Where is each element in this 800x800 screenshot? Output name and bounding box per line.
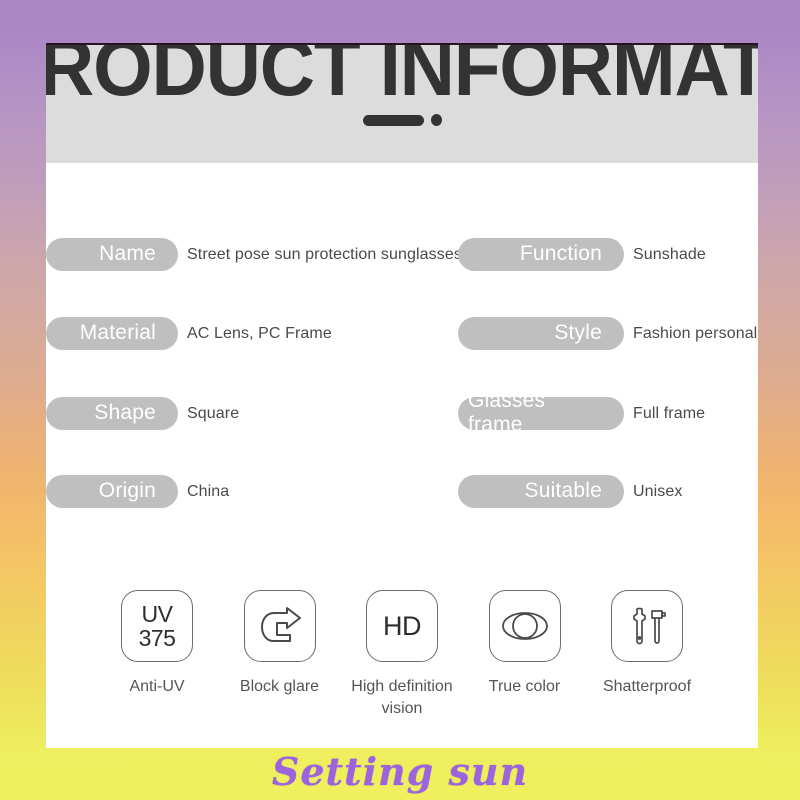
feature-label-shatterproof: Shatterproof (602, 678, 692, 695)
spec-row-origin: Origin China (46, 475, 229, 508)
feature-icon-row: UV 375 Anti-UV Block glare HD High defin… (46, 590, 758, 720)
spec-label-material: Material (46, 317, 178, 350)
feature-label-true-color: True color (488, 678, 561, 695)
divider-bar-icon (362, 114, 424, 126)
overlapping-lens-icon (488, 590, 561, 662)
feature-block-glare: Block glare (225, 590, 335, 720)
title-divider (46, 110, 758, 130)
spec-value-name: Street pose sun protection sunglasses (187, 245, 462, 263)
spec-label-name-text: Name (99, 241, 156, 265)
uv-375-icon: UV 375 (121, 590, 193, 662)
spec-row-name: Name Street pose sun protection sunglass… (46, 238, 462, 271)
page-title: PRODUCT INFORMATION (46, 45, 758, 113)
spec-value-shape: Square (187, 404, 240, 422)
spec-label-style-text: Style (554, 320, 602, 344)
overlapping-lens-glyph (501, 612, 548, 640)
watermark-setting-sun: Setting sun (271, 749, 529, 794)
spec-label-shape-text: Shape (94, 400, 156, 424)
spec-value-material: AC Lens, PC Frame (187, 324, 332, 342)
spec-row-suitable: Suitable Unisex (458, 475, 683, 508)
spec-label-function: Function (458, 238, 624, 271)
feature-label-block-glare: Block glare (239, 678, 320, 695)
spec-value-function: Sunshade (633, 245, 706, 263)
spec-label-origin-text: Origin (98, 478, 156, 502)
spec-row-style: Style Fashion personality (458, 317, 758, 350)
product-information-card: PRODUCT INFORMATION Name Street pose sun… (46, 43, 758, 748)
spec-row-material: Material AC Lens, PC Frame (46, 317, 332, 350)
spec-label-material-text: Material (79, 320, 156, 344)
feature-label-anti-uv: Anti-UV (129, 678, 185, 695)
spec-label-glasses-frame-text: Glasses frame (468, 388, 546, 436)
card-header-band: PRODUCT INFORMATION (46, 45, 758, 163)
spec-label-style: Style (458, 317, 624, 350)
uv-375-glyph: UV 375 (139, 602, 176, 650)
u-turn-arrow-icon (243, 590, 316, 662)
uv-375-line2: 375 (138, 625, 176, 651)
spec-value-glasses-frame: Full frame (633, 404, 706, 422)
spec-label-suitable: Suitable (458, 475, 624, 508)
spec-value-style: Fashion personality (633, 324, 758, 342)
wrench-hammer-icon (611, 590, 683, 662)
feature-shatterproof: Shatterproof (592, 590, 702, 720)
feature-anti-uv: UV 375 Anti-UV (102, 590, 212, 720)
feature-true-color: True color (470, 590, 580, 720)
u-turn-arrow-glyph (260, 607, 301, 642)
spec-row-function: Function Sunshade (458, 238, 706, 271)
spec-label-origin: Origin (46, 475, 178, 508)
feature-label-high-definition-vision: High definition vision (351, 678, 453, 717)
wrench-hammer-glyph (633, 607, 666, 645)
spec-row-glasses-frame: Glasses frame Full frame (458, 389, 706, 436)
divider-dot-icon (430, 114, 442, 126)
uv-375-line1: UV (141, 601, 173, 627)
hd-icon: HD (366, 590, 438, 662)
spec-label-glasses-frame: Glasses frame (458, 389, 624, 436)
spec-label-function-text: Function (519, 241, 602, 265)
spec-value-suitable: Unisex (633, 482, 683, 500)
spec-value-origin: China (187, 482, 230, 500)
spec-row-shape: Shape Square (46, 397, 239, 430)
spec-label-shape: Shape (46, 397, 178, 430)
spec-label-suitable-text: Suitable (524, 478, 602, 502)
spec-label-name: Name (46, 238, 178, 271)
feature-high-definition-vision: HD High definition vision (347, 590, 457, 720)
hd-glyph: HD (383, 610, 422, 641)
